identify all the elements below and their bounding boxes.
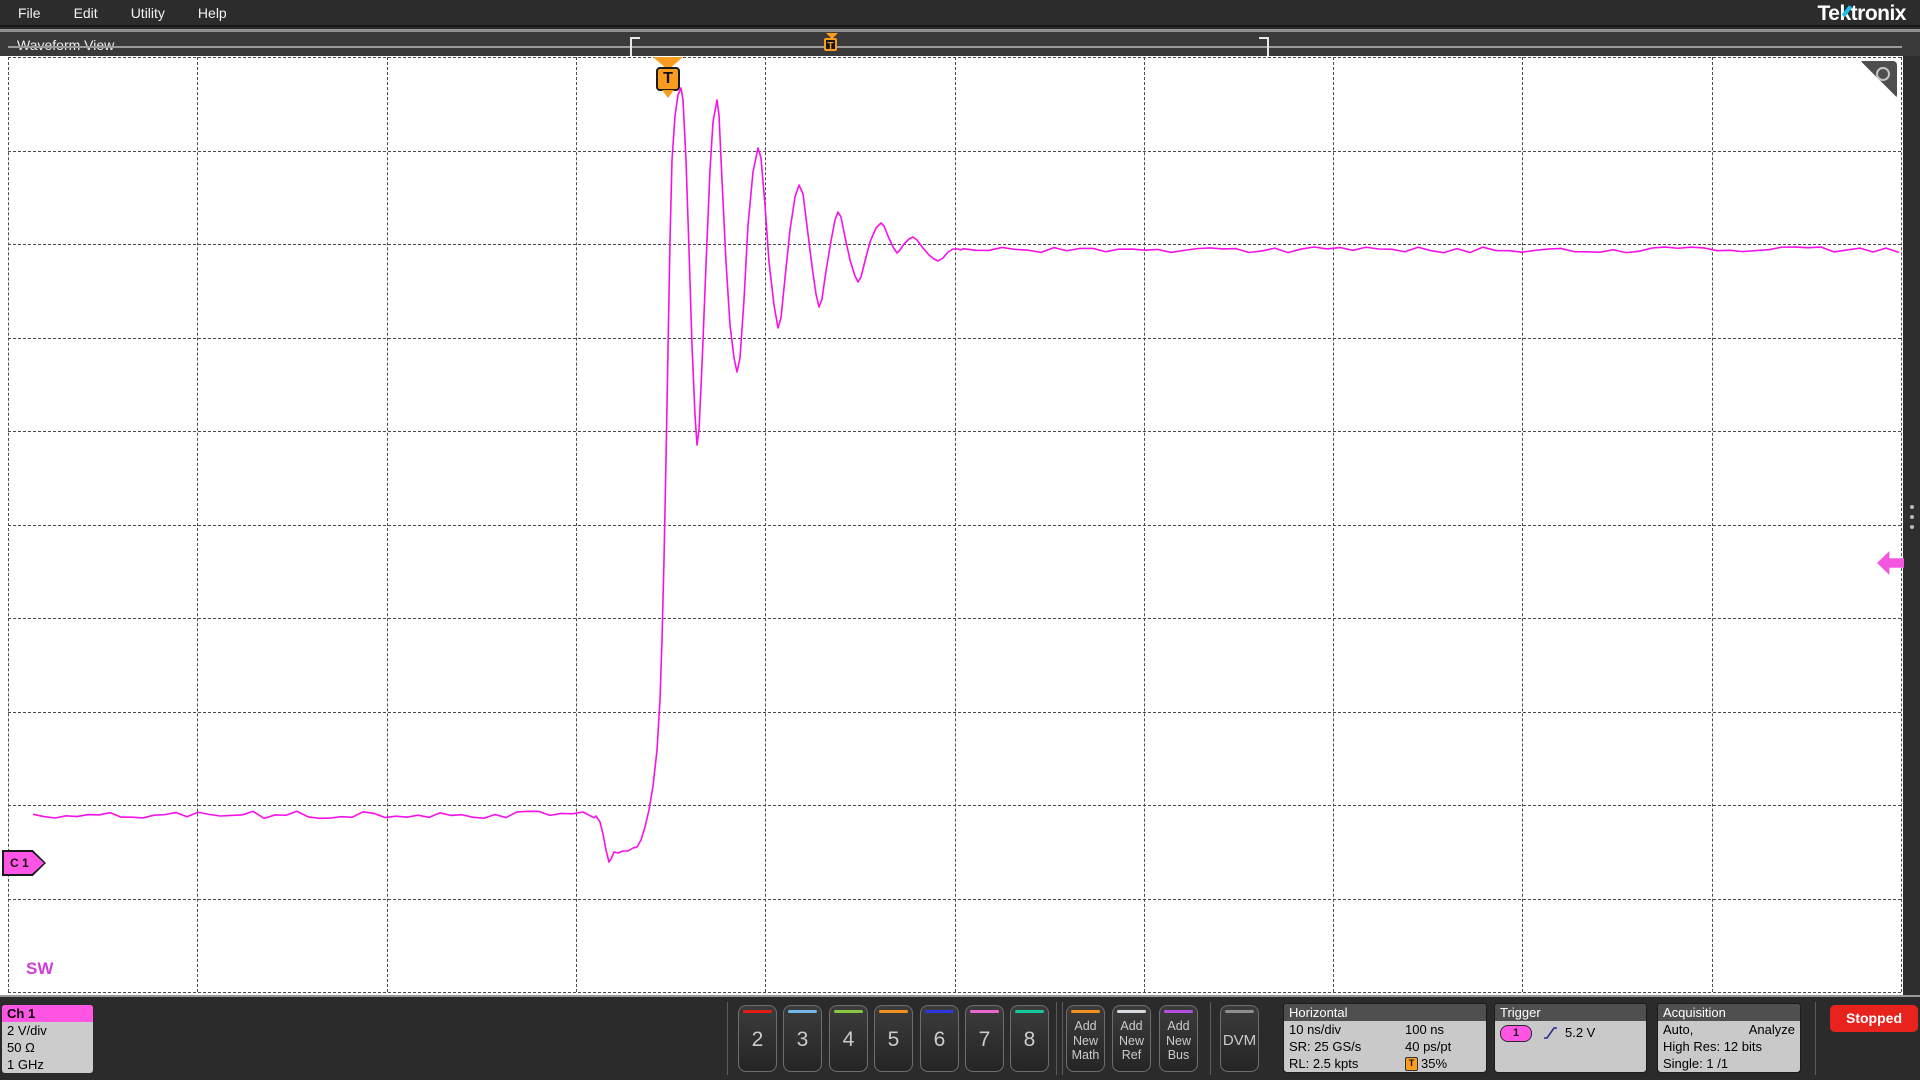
divider [1056,1002,1057,1075]
channel-3-button[interactable]: 3 [783,1005,822,1072]
trigger-panel[interactable]: Trigger 1 5.2 V [1494,1003,1647,1073]
tektronix-logo: Tektronix [1817,2,1907,25]
ch1-badge[interactable]: Ch 1 2 V/div 50 Ω 1 GHz [2,1005,93,1073]
settings-bar: Ch 1 2 V/div 50 Ω 1 GHz 2 3 4 5 6 7 8 Ad… [0,995,1920,1080]
menu-file[interactable]: File [18,5,41,21]
ch1-bandwidth: 1 GHz [7,1057,44,1072]
acquisition-mode: Auto, [1663,1022,1694,1037]
rising-edge-icon [1544,1027,1557,1039]
trigger-position-marker[interactable]: T [653,57,683,98]
grid-line-horizontal [8,711,1901,713]
grid-line-horizontal [8,805,1901,806]
horizontal-scale: 10 ns/div [1289,1022,1342,1037]
acquisition-panel-header: Acquisition [1658,1004,1800,1021]
divider [727,1002,728,1075]
menu-utility[interactable]: Utility [131,5,165,21]
trigger-level-value: 5.2 V [1565,1025,1596,1040]
record-view-trigger-icon[interactable]: T [824,33,840,52]
ref-color-strip [1117,1010,1146,1013]
grid-line-horizontal [8,244,1901,245]
horizontal-window: 100 ns [1405,1022,1445,1037]
ch5-color-strip [879,1010,908,1013]
menu-help[interactable]: Help [198,5,227,21]
trigger-position-percent: T 35% [1405,1055,1481,1072]
dvm-button[interactable]: DVM [1220,1005,1259,1072]
menu-edit[interactable]: Edit [74,5,98,21]
add-new-ref-button[interactable]: Add New Ref [1112,1005,1151,1072]
grid-line-horizontal [8,431,1901,432]
results-bar-handle[interactable] [1903,56,1920,995]
math-color-strip [1071,1010,1100,1013]
grid-line-horizontal [8,150,1901,152]
trigger-marker-pointer-icon [662,90,674,98]
run-stop-button[interactable]: Stopped [1830,1005,1918,1032]
divider [1815,1002,1816,1075]
menu-bar: File Edit Utility Help Tektronix [0,0,1920,27]
channel-6-button[interactable]: 6 [920,1005,959,1072]
grid-line-horizontal [8,992,1901,993]
ch3-color-strip [788,1010,817,1013]
magnifier-handle-icon [1869,80,1878,88]
ch8-color-strip [1015,1010,1044,1013]
ch4-color-strip [834,1010,863,1013]
divider [1210,1002,1211,1075]
acquisition-analyze: Analyze [1748,1022,1795,1037]
grid-line-horizontal [8,618,1901,619]
graticule[interactable]: SW [0,56,1903,995]
trigger-mini-icon: T [1405,1056,1418,1071]
ch1-badge-header: Ch 1 [2,1005,93,1022]
ch7-color-strip [970,1010,999,1013]
channel-5-button[interactable]: 5 [874,1005,913,1072]
record-length: RL: 2.5 kpts [1289,1056,1359,1071]
grid-line-horizontal [8,57,1901,58]
horizontal-panel[interactable]: Horizontal 10 ns/div 100 ns SR: 25 GS/s … [1283,1003,1487,1073]
ch6-color-strip [925,1010,954,1013]
ch2-color-strip [743,1010,772,1013]
ch1-impedance: 50 Ω [7,1040,35,1055]
acquisition-highres: High Res: 12 bits [1663,1039,1762,1054]
oscilloscope-app: File Edit Utility Help Tektronix Wavefor… [0,0,1920,1080]
grid-line-vertical [1901,57,1902,992]
grid-line-horizontal [8,337,1901,339]
ch1-scale: 2 V/div [7,1023,47,1038]
sample-rate: SR: 25 GS/s [1289,1039,1362,1054]
divider [1062,1002,1063,1075]
waveform-view-titlebar: Waveform View T [0,29,1920,60]
magnifier-icon [1876,67,1890,81]
zoom-corner-button[interactable] [1860,61,1897,98]
trigger-source-pill: 1 [1500,1024,1532,1042]
channel-8-button[interactable]: 8 [1010,1005,1049,1072]
channel-2-button[interactable]: 2 [738,1005,777,1072]
trigger-panel-header: Trigger [1495,1004,1646,1021]
acquisition-panel[interactable]: Acquisition Auto, Analyze High Res: 12 b… [1657,1003,1801,1073]
acquisition-single: Single: 1 /1 [1663,1056,1729,1071]
dvm-color-strip [1225,1010,1254,1013]
channel-4-button[interactable]: 4 [829,1005,868,1072]
record-view-line [8,46,1902,48]
sw-badge: SW [26,959,54,978]
bus-color-strip [1164,1010,1193,1013]
grid-line-horizontal [8,524,1901,526]
horizontal-panel-header: Horizontal [1284,1004,1486,1021]
sample-interval: 40 ps/pt [1405,1039,1452,1054]
grid-line-horizontal [8,898,1901,900]
drag-handle-dots-icon [1903,499,1920,529]
add-new-math-button[interactable]: Add New Math [1066,1005,1105,1072]
add-new-bus-button[interactable]: Add New Bus [1159,1005,1198,1072]
waveform-view-tab[interactable]: Waveform View [17,37,114,53]
channel-7-button[interactable]: 7 [965,1005,1004,1072]
